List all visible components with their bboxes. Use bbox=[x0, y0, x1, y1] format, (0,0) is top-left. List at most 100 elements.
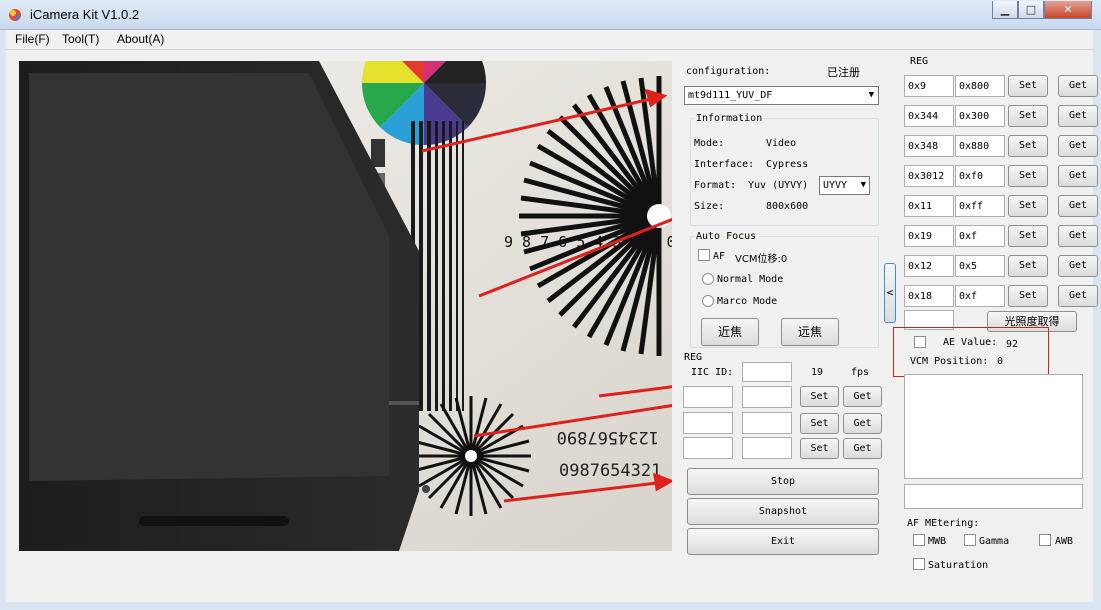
reg-get-button-8[interactable]: Get bbox=[1058, 285, 1098, 307]
ae-value-label: AE Value: bbox=[943, 337, 998, 348]
awb-checkbox[interactable] bbox=[1039, 534, 1051, 546]
reg-value-input-4[interactable] bbox=[955, 165, 1005, 187]
minimize-button[interactable]: ▁ bbox=[992, 1, 1018, 19]
small-reg-addr-input-3[interactable] bbox=[683, 437, 733, 459]
exit-button[interactable]: Exit bbox=[687, 528, 879, 555]
menu-file[interactable]: File(F) bbox=[15, 32, 50, 46]
saturation-label: Saturation bbox=[928, 560, 989, 571]
small-reg-get-button-1[interactable]: Get bbox=[843, 386, 882, 407]
format-dropdown[interactable]: UYVY ▼ bbox=[819, 176, 870, 195]
close-button[interactable]: ✕ bbox=[1044, 1, 1092, 19]
reg-value-input-3[interactable] bbox=[955, 135, 1005, 157]
reg-addr-input-3[interactable] bbox=[904, 135, 954, 157]
reg-get-button-3[interactable]: Get bbox=[1058, 135, 1098, 157]
reg-get-button-2[interactable]: Get bbox=[1058, 105, 1098, 127]
camera-preview: 9 8 7 6 5 4 3 2 1 0 1234567890 098765432… bbox=[19, 61, 672, 551]
title-bar bbox=[0, 0, 1101, 30]
reg-get-button-4[interactable]: Get bbox=[1058, 165, 1098, 187]
registered-status: 已注册 bbox=[827, 66, 860, 79]
normal-mode-label: Normal Mode bbox=[717, 274, 784, 285]
menu-about[interactable]: About(A) bbox=[117, 32, 164, 46]
reg-set-button-1[interactable]: Set bbox=[1008, 75, 1048, 97]
ae-checkbox[interactable] bbox=[914, 336, 926, 348]
collapse-panel-button[interactable]: < bbox=[884, 263, 896, 323]
reg-set-button-2[interactable]: Set bbox=[1008, 105, 1048, 127]
small-reg-get-button-3[interactable]: Get bbox=[843, 438, 882, 459]
reg-value-input-2[interactable] bbox=[955, 105, 1005, 127]
reg-value-input-7[interactable] bbox=[955, 255, 1005, 277]
configuration-label: configuration: bbox=[686, 66, 771, 77]
iic-id-input[interactable] bbox=[742, 362, 792, 382]
small-reg-value-input-3[interactable] bbox=[742, 437, 792, 459]
mwb-label: MWB bbox=[928, 536, 947, 547]
small-reg-value-input-1[interactable] bbox=[742, 386, 792, 408]
small-digits-top: 1234567890 bbox=[557, 427, 659, 447]
normal-mode-radio[interactable] bbox=[702, 273, 714, 285]
reg-addr-input-2[interactable] bbox=[904, 105, 954, 127]
reg-addr-input-8[interactable] bbox=[904, 285, 954, 307]
reg-set-button-6[interactable]: Set bbox=[1008, 225, 1048, 247]
camera-app-icon bbox=[8, 8, 22, 22]
preview-image: 9 8 7 6 5 4 3 2 1 0 1234567890 098765432… bbox=[19, 61, 672, 551]
mode-label: Mode: bbox=[694, 138, 725, 149]
maximize-button[interactable]: □ bbox=[1018, 1, 1044, 19]
reg-set-button-3[interactable]: Set bbox=[1008, 135, 1048, 157]
format-value: Yuv (UYVY) bbox=[748, 180, 809, 191]
fps-label: fps bbox=[851, 367, 870, 378]
far-focus-button[interactable]: 远焦 bbox=[781, 318, 839, 346]
size-label: Size: bbox=[694, 201, 725, 212]
reg-set-button-5[interactable]: Set bbox=[1008, 195, 1048, 217]
mode-value: Video bbox=[766, 138, 797, 149]
stop-button[interactable]: Stop bbox=[687, 468, 879, 495]
format-selected: UYVY bbox=[823, 180, 848, 191]
interface-label: Interface: bbox=[694, 159, 755, 170]
vcm-shift-label: VCM位移:0 bbox=[735, 254, 788, 265]
reg-set-button-7[interactable]: Set bbox=[1008, 255, 1048, 277]
saturation-checkbox[interactable] bbox=[913, 558, 925, 570]
auto-focus-title: Auto Focus bbox=[694, 231, 759, 242]
reg-get-button-6[interactable]: Get bbox=[1058, 225, 1098, 247]
reg-get-button-5[interactable]: Get bbox=[1058, 195, 1098, 217]
reg-set-button-4[interactable]: Set bbox=[1008, 165, 1048, 187]
reg-addr-input-5[interactable] bbox=[904, 195, 954, 217]
reg-addr-input-7[interactable] bbox=[904, 255, 954, 277]
snapshot-button[interactable]: Snapshot bbox=[687, 498, 879, 525]
reg-get-button-7[interactable]: Get bbox=[1058, 255, 1098, 277]
small-reg-set-button-1[interactable]: Set bbox=[800, 386, 839, 407]
reg-small-title: REG bbox=[684, 352, 703, 363]
menu-tool[interactable]: Tool(T) bbox=[62, 32, 99, 46]
command-input[interactable] bbox=[904, 484, 1083, 509]
window-title: iCamera Kit V1.0.2 bbox=[30, 7, 140, 22]
reg-addr-input-4[interactable] bbox=[904, 165, 954, 187]
small-reg-addr-input-1[interactable] bbox=[683, 386, 733, 408]
information-title: Information bbox=[694, 113, 765, 124]
small-reg-addr-input-2[interactable] bbox=[683, 412, 733, 434]
reg-get-button-1[interactable]: Get bbox=[1058, 75, 1098, 97]
vcm-position-label: VCM Position: bbox=[910, 356, 989, 367]
reg-value-input-8[interactable] bbox=[955, 285, 1005, 307]
af-checkbox[interactable] bbox=[698, 249, 710, 261]
log-textarea[interactable] bbox=[904, 374, 1083, 479]
awb-label: AWB bbox=[1055, 536, 1074, 547]
reg-addr-input-1[interactable] bbox=[904, 75, 954, 97]
small-reg-set-button-2[interactable]: Set bbox=[800, 413, 839, 434]
mwb-checkbox[interactable] bbox=[913, 534, 925, 546]
af-metering-title: AF MEtering: bbox=[907, 518, 980, 529]
reg-value-input-5[interactable] bbox=[955, 195, 1005, 217]
chevron-down-icon: ▼ bbox=[868, 90, 874, 100]
small-reg-value-input-2[interactable] bbox=[742, 412, 792, 434]
near-focus-button[interactable]: 近焦 bbox=[701, 318, 759, 346]
marco-mode-radio[interactable] bbox=[702, 295, 714, 307]
reg-addr-input-6[interactable] bbox=[904, 225, 954, 247]
reg-set-button-8[interactable]: Set bbox=[1008, 285, 1048, 307]
small-reg-get-button-2[interactable]: Get bbox=[843, 413, 882, 434]
highlight-box bbox=[893, 327, 1049, 377]
ae-value: 92 bbox=[1006, 339, 1019, 350]
configuration-dropdown[interactable]: mt9d111_YUV_DF ▼ bbox=[684, 86, 879, 105]
small-reg-set-button-3[interactable]: Set bbox=[800, 438, 839, 459]
reg-value-input-1[interactable] bbox=[955, 75, 1005, 97]
gamma-checkbox[interactable] bbox=[964, 534, 976, 546]
menu-bar bbox=[6, 30, 1093, 50]
reg-value-input-6[interactable] bbox=[955, 225, 1005, 247]
af-label: AF bbox=[713, 251, 726, 262]
